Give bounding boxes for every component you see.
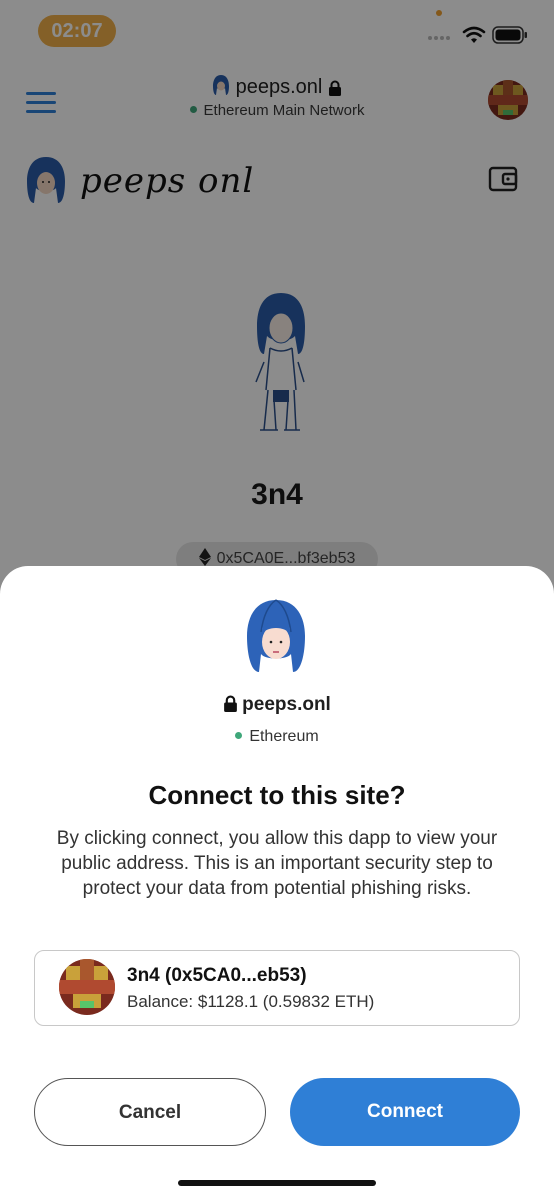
sheet-network: Ethereum [0,728,554,746]
sheet-site-name: peeps.onl [242,694,331,715]
connect-sheet: peeps.onl Ethereum Connect to this site?… [0,566,554,1200]
account-name: 3n4 (0x5CA0...eb53) [127,965,307,986]
connect-button[interactable]: Connect [290,1078,520,1146]
cancel-button[interactable]: Cancel [34,1078,266,1146]
sheet-title: Connect to this site? [148,780,406,810]
home-indicator[interactable] [178,1180,376,1186]
sheet-network-label: Ethereum [249,728,319,745]
account-selector[interactable]: 3n4 (0x5CA0...eb53) Balance: $1128.1 (0.… [34,950,520,1026]
lock-icon [224,695,238,712]
account-balance: Balance: $1128.1 (0.59832 ETH) [127,992,375,1011]
network-status-dot [235,732,243,739]
sheet-site-name-row: peeps.onl [0,694,554,716]
sheet-description: By clicking connect, you allow this dapp… [56,828,498,899]
account-avatar-icon [59,959,115,1015]
site-avatar-icon [247,599,305,672]
